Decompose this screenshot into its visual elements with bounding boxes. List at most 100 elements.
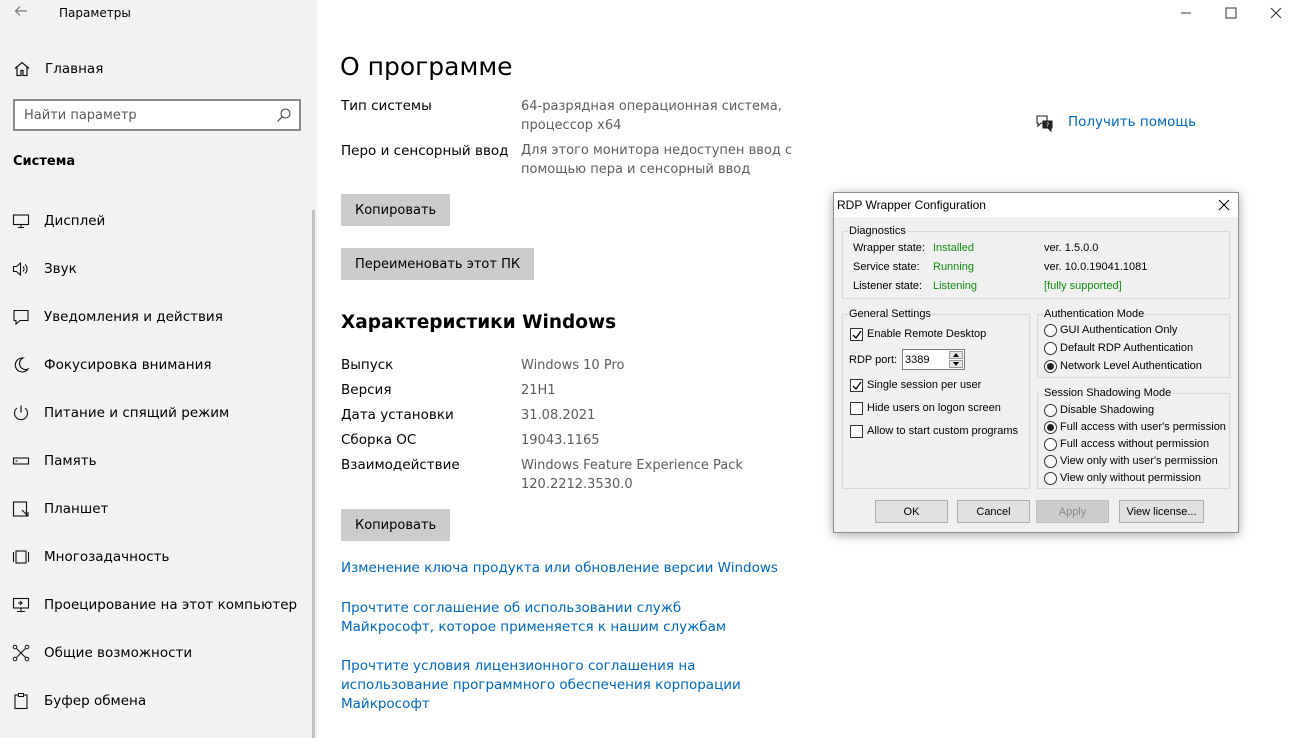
checkbox-box bbox=[850, 402, 863, 415]
single-session-label: Single session per user bbox=[867, 379, 982, 391]
get-help-label: Получить помощь bbox=[1068, 114, 1197, 130]
sidebar-item-power[interactable]: Питание и спящий режим bbox=[0, 393, 312, 433]
sidebar-item-shared[interactable]: Общие возможности bbox=[0, 633, 312, 673]
arrow-up-icon bbox=[953, 353, 959, 357]
sidebar-item-sound[interactable]: Звук bbox=[0, 249, 312, 289]
service-version: ver. 10.0.19041.1081 bbox=[1044, 261, 1148, 273]
sidebar-item-display[interactable]: Дисплей bbox=[0, 201, 312, 241]
spec-value-os-build: 19043.1165 bbox=[521, 433, 600, 448]
link-license-terms[interactable]: Прочтите условия лицензионного соглашени… bbox=[341, 657, 781, 714]
custom-programs-label: Allow to start custom programs bbox=[867, 425, 1018, 437]
sidebar-item-label: Планшет bbox=[44, 501, 109, 517]
minimize-button[interactable] bbox=[1163, 0, 1209, 26]
rdp-port-input[interactable] bbox=[905, 352, 945, 367]
auth-option-label: GUI Authentication Only bbox=[1060, 324, 1178, 336]
search-input[interactable] bbox=[24, 106, 264, 124]
sidebar-item-clipboard[interactable]: Буфер обмена bbox=[0, 681, 312, 721]
spec-value-version: 21H1 bbox=[521, 383, 556, 398]
checkbox-box bbox=[850, 379, 863, 392]
radio-dot bbox=[1044, 421, 1057, 434]
shadow-option-label: View only without permission bbox=[1060, 472, 1202, 484]
clipboard-icon bbox=[14, 693, 28, 710]
diagnostics-group: Diagnostics Wrapper state: Installed ver… bbox=[842, 225, 1230, 299]
sidebar-item-notifications[interactable]: Уведомления и действия bbox=[0, 297, 312, 337]
spec-label-pen-touch: Перо и сенсорный ввод bbox=[341, 143, 509, 159]
rename-pc-button[interactable]: Переименовать этот ПК bbox=[341, 248, 535, 280]
auth-option-label: Network Level Authentication bbox=[1060, 360, 1202, 372]
radio-dot bbox=[1044, 472, 1057, 485]
copy-windows-specs-button[interactable]: Копировать bbox=[341, 509, 451, 541]
radio-dot bbox=[1044, 404, 1057, 417]
get-help-link[interactable]: ? Получить помощь bbox=[1035, 112, 1235, 134]
sidebar-item-label: Проецирование на этот компьютер bbox=[44, 597, 298, 613]
ok-button[interactable]: OK bbox=[875, 500, 948, 523]
shared-icon bbox=[12, 644, 30, 662]
search-box[interactable] bbox=[13, 99, 301, 131]
notification-icon bbox=[13, 309, 29, 326]
radio-dot bbox=[1044, 455, 1057, 468]
checkmark-icon bbox=[852, 330, 862, 340]
app-title: Параметры bbox=[59, 6, 131, 20]
apply-button[interactable]: Apply bbox=[1036, 500, 1109, 523]
dialog-close-button[interactable] bbox=[1208, 193, 1238, 217]
radio-dot bbox=[1044, 360, 1057, 373]
link-services-agreement[interactable]: Прочтите соглашение об использовании слу… bbox=[341, 599, 761, 637]
sidebar-item-tablet[interactable]: Планшет bbox=[0, 489, 312, 529]
minimize-icon bbox=[1181, 12, 1191, 14]
rdp-port-label: RDP port: bbox=[849, 354, 898, 366]
speaker-icon bbox=[12, 261, 28, 277]
sidebar-item-focus[interactable]: Фокусировка внимания bbox=[0, 345, 312, 385]
spec-label-install-date: Дата установки bbox=[341, 407, 454, 423]
maximize-button[interactable] bbox=[1208, 0, 1254, 26]
spec-label-edition: Выпуск bbox=[341, 357, 394, 373]
arrow-down-icon bbox=[953, 362, 959, 366]
spec-label-system-type: Тип системы bbox=[341, 98, 432, 114]
display-icon bbox=[12, 214, 30, 229]
spec-value-edition: Windows 10 Pro bbox=[521, 358, 625, 373]
service-state-value: Running bbox=[933, 261, 974, 273]
sidebar-item-storage[interactable]: Память bbox=[0, 441, 312, 481]
listener-state-value: Listening bbox=[933, 280, 978, 292]
sidebar-item-label: Дисплей bbox=[44, 213, 106, 229]
close-icon bbox=[1218, 199, 1230, 211]
copy-device-specs-button[interactable]: Копировать bbox=[341, 194, 451, 226]
cancel-button[interactable]: Cancel bbox=[957, 500, 1030, 523]
hide-users-label: Hide users on logon screen bbox=[867, 402, 1001, 414]
sidebar-item-label: Фокусировка внимания bbox=[44, 357, 212, 373]
power-icon bbox=[13, 405, 29, 421]
shadowing-mode-title: Session Shadowing Mode bbox=[1043, 387, 1173, 399]
rdp-port-stepper[interactable] bbox=[902, 349, 965, 370]
link-change-product-key[interactable]: Изменение ключа продукта или обновление … bbox=[341, 559, 791, 578]
windows-specs-title: Характеристики Windows bbox=[341, 312, 617, 333]
home-icon bbox=[14, 61, 30, 77]
sidebar-item-label: Уведомления и действия bbox=[44, 309, 223, 325]
svg-text:?: ? bbox=[1046, 122, 1049, 129]
sidebar-item-projecting[interactable]: Проецирование на этот компьютер bbox=[0, 585, 312, 625]
wrapper-version: ver. 1.5.0.0 bbox=[1044, 242, 1099, 254]
service-state-label: Service state: bbox=[853, 261, 920, 273]
sidebar-item-home[interactable]: Главная bbox=[0, 52, 317, 86]
port-increment-button[interactable] bbox=[949, 351, 963, 359]
port-spinner bbox=[949, 351, 963, 368]
back-button[interactable] bbox=[10, 2, 32, 24]
spec-value-pen-touch: Для этого монитора недоступен ввод с пом… bbox=[521, 143, 793, 177]
radio-dot bbox=[1044, 438, 1057, 451]
shadow-option-label: Disable Shadowing bbox=[1060, 404, 1155, 416]
help-chat-icon: ? bbox=[1036, 115, 1053, 132]
sidebar-item-multitasking[interactable]: Многозадачность bbox=[0, 537, 312, 577]
auth-mode-title: Authentication Mode bbox=[1043, 308, 1146, 320]
port-decrement-button[interactable] bbox=[949, 360, 963, 368]
sidebar-item-label: Питание и спящий режим bbox=[44, 405, 230, 421]
diagnostics-title: Diagnostics bbox=[848, 225, 907, 237]
page-title: О программе bbox=[340, 52, 513, 81]
tablet-icon bbox=[12, 501, 29, 517]
sidebar-scrollbar[interactable] bbox=[312, 210, 315, 738]
dialog-titlebar[interactable]: RDP Wrapper Configuration bbox=[834, 193, 1238, 217]
spec-label-os-build: Сборка ОС bbox=[341, 432, 417, 448]
close-button[interactable] bbox=[1253, 0, 1289, 26]
checkbox-box bbox=[850, 425, 863, 438]
view-license-button[interactable]: View license... bbox=[1119, 500, 1204, 523]
sidebar-section-title: Система bbox=[13, 154, 76, 169]
close-icon bbox=[1270, 7, 1282, 19]
maximize-icon bbox=[1225, 7, 1237, 19]
